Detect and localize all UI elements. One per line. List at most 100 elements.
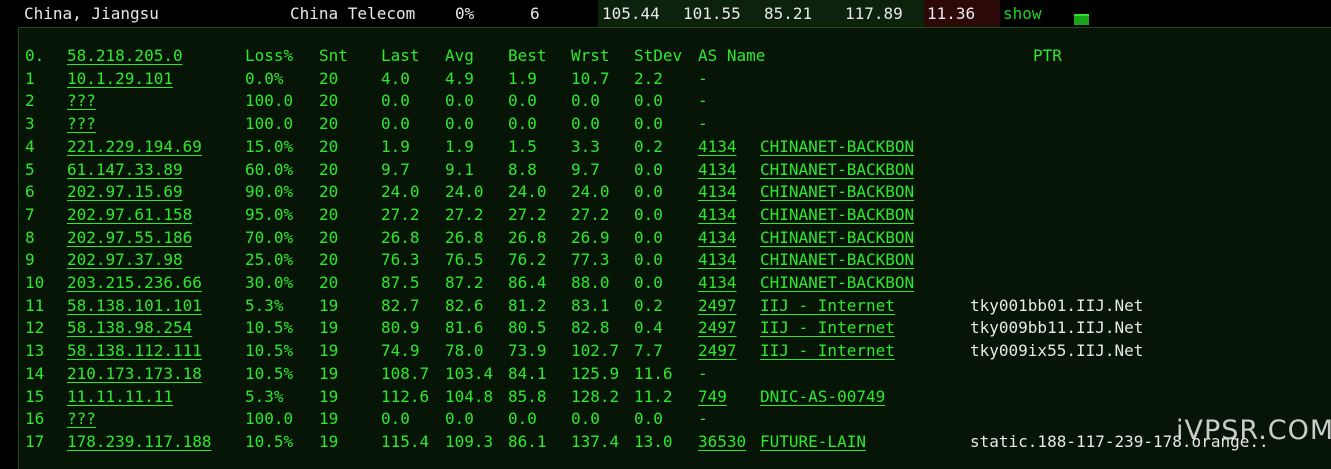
as-number[interactable]: 4134 <box>698 159 737 182</box>
as-name[interactable]: DNIC-AS-00749 <box>760 386 885 409</box>
hop-ip[interactable]: 58.138.112.111 <box>67 340 202 363</box>
as-number[interactable]: 4134 <box>698 272 737 295</box>
loss-cell: 60.0% <box>245 159 294 179</box>
best-cell: 73.9 <box>508 341 547 361</box>
table-row: 12 58.138.98.254 10.5% 19 80.9 81.6 80.5 82.8 0.… <box>19 317 1331 340</box>
sent-cell: 20 <box>319 136 339 156</box>
stdev-cell: 0.0 <box>634 273 663 292</box>
worst-cell: 0.0 <box>571 114 600 134</box>
as-number[interactable]: 36530 <box>698 431 746 454</box>
best-cell: 86.4 <box>508 273 547 292</box>
hop-ip[interactable]: ??? <box>67 90 96 113</box>
as-name[interactable]: CHINANET-BACKBON <box>760 136 914 159</box>
show-link[interactable]: show <box>1003 3 1042 26</box>
hop-ip[interactable]: 178.239.117.188 <box>67 431 212 454</box>
as-name[interactable]: CHINANET-BACKBON <box>760 159 914 182</box>
hop-ip[interactable]: ??? <box>67 113 96 136</box>
as-name[interactable]: CHINANET-BACKBON <box>760 249 914 272</box>
loss-cell: 5.3% <box>245 295 284 315</box>
as-number[interactable]: 4134 <box>698 249 737 272</box>
hop-ip[interactable]: 203.215.236.66 <box>67 272 202 295</box>
last-cell: 0.0 <box>381 114 410 134</box>
avg-cell: 103.4 <box>445 363 494 383</box>
as-number[interactable]: 2497 <box>698 295 737 318</box>
last-cell: 80.9 <box>381 318 420 338</box>
best-cell: Best <box>508 46 547 65</box>
last-cell: 9.7 <box>381 159 410 179</box>
hop-ip[interactable]: 58.138.98.254 <box>67 317 192 340</box>
best-cell: 24.0 <box>508 182 547 202</box>
as-number[interactable]: 749 <box>698 386 727 409</box>
worst-cell: Wrst <box>571 46 610 65</box>
hop-ip[interactable]: 202.97.37.98 <box>67 249 183 272</box>
as-name[interactable]: IIJ - Internet <box>760 340 895 363</box>
as-name[interactable]: IIJ - Internet <box>760 317 895 340</box>
worst-cell: 128.2 <box>571 386 620 406</box>
hop-ip[interactable]: 58.218.205.0 <box>67 45 183 68</box>
loss-cell: Loss% <box>245 46 294 65</box>
sent-cell: 20 <box>319 114 339 134</box>
hop-ip[interactable]: 210.173.173.18 <box>67 363 202 386</box>
worst-cell: 102.7 <box>571 341 620 361</box>
best-value: 85.21 <box>764 4 813 23</box>
loss-cell: 70.0% <box>245 227 294 247</box>
hop-ip[interactable]: 11.11.11.11 <box>67 386 173 409</box>
table-row: 1 10.1.29.101 0.0% 20 4.0 4.9 1.9 10.7 2.2 - <box>19 68 1331 91</box>
loss-cell: 100.0 <box>245 409 294 429</box>
worst-cell: 0.0 <box>571 91 600 111</box>
table-row: 17 178.239.117.188 10.5% 19 115.4 109.3 86.1 13… <box>19 431 1331 454</box>
as-name[interactable]: CHINANET-BACKBON <box>760 227 914 250</box>
hop-index: 13 <box>25 341 45 361</box>
last-cell: 82.7 <box>381 295 420 315</box>
as-number[interactable]: 4134 <box>698 204 737 227</box>
avg-cell: 78.0 <box>445 341 484 361</box>
table-header: 0. 58.218.205.0 Loss% Snt Last Avg Best Wrst StD… <box>19 45 1331 68</box>
stdev-cell: 0.0 <box>634 227 663 247</box>
last-cell: 26.8 <box>381 227 420 247</box>
as-name[interactable]: CHINANET-BACKBON <box>760 204 914 227</box>
hop-ip[interactable]: 202.97.61.158 <box>67 204 192 227</box>
hop-ip[interactable]: 10.1.29.101 <box>67 68 173 91</box>
table-row: 16??? 100.0 19 0.0 0.0 0.0 0.0 0.0 - <box>19 408 1331 431</box>
as-name[interactable]: IIJ - Internet <box>760 295 895 318</box>
last-cell: 1.9 <box>381 136 410 156</box>
as-number[interactable]: 4134 <box>698 136 737 159</box>
hop-ip[interactable]: 61.147.33.89 <box>67 159 183 182</box>
ptr-hostname: tky009ix55.IIJ.Net <box>970 341 1144 361</box>
avg-cell: 0.0 <box>445 91 474 111</box>
as-name[interactable]: CHINANET-BACKBON <box>760 272 914 295</box>
table-row: 5 61.147.33.89 60.0% 20 9.7 9.1 8.8 9.7 0.0 4134 C… <box>19 159 1331 182</box>
as-number[interactable]: 2497 <box>698 340 737 363</box>
table-row: 8 202.97.55.186 70.0% 20 26.8 26.8 26.8 26.9 0.0… <box>19 227 1331 250</box>
as-number[interactable]: 2497 <box>698 317 737 340</box>
chart-icon[interactable] <box>1074 14 1089 25</box>
hop-ip[interactable]: ??? <box>67 408 96 431</box>
as-name[interactable]: FUTURE-LAIN <box>760 431 866 454</box>
mtr-result-panel: 0. 58.218.205.0 Loss% Snt Last Avg Best Wrst StD… <box>18 27 1331 469</box>
as-number[interactable]: 4134 <box>698 181 737 204</box>
hop-index: 14 <box>25 363 45 383</box>
hop-ip[interactable]: 202.97.15.69 <box>67 181 183 204</box>
best-cell: 0.0 <box>508 91 537 111</box>
stdev-cell: 0.0 <box>634 91 663 111</box>
stdev-cell: 0.0 <box>634 114 663 134</box>
as-name[interactable]: CHINANET-BACKBON <box>760 181 914 204</box>
sent-cell: 19 <box>319 431 339 451</box>
avg-cell: 76.5 <box>445 250 484 270</box>
worst-cell: 0.0 <box>571 409 600 429</box>
table-row: 4 221.229.194.69 15.0% 20 1.9 1.9 1.5 3.3 0.2 413… <box>19 136 1331 159</box>
loss-cell: 10.5% <box>245 431 294 451</box>
watermark-logo: iVPSR.COM <box>1176 415 1331 446</box>
hop-ip[interactable]: 221.229.194.69 <box>67 136 202 159</box>
table-row: 10 203.215.236.66 30.0% 20 87.5 87.2 86.4 88.0 0… <box>19 272 1331 295</box>
last-cell: 115.4 <box>381 431 430 451</box>
hop-index: 2 <box>25 91 35 111</box>
avg-cell: 24.0 <box>445 182 484 202</box>
avg-cell: 87.2 <box>445 273 484 292</box>
ptr-hostname: tky001bb01.IIJ.Net <box>970 295 1144 315</box>
as-number[interactable]: 4134 <box>698 227 737 250</box>
worst-value: 117.89 <box>845 4 903 23</box>
hop-ip[interactable]: 58.138.101.101 <box>67 295 202 318</box>
hop-ip[interactable]: 202.97.55.186 <box>67 227 192 250</box>
hop-index: 5 <box>25 159 35 179</box>
